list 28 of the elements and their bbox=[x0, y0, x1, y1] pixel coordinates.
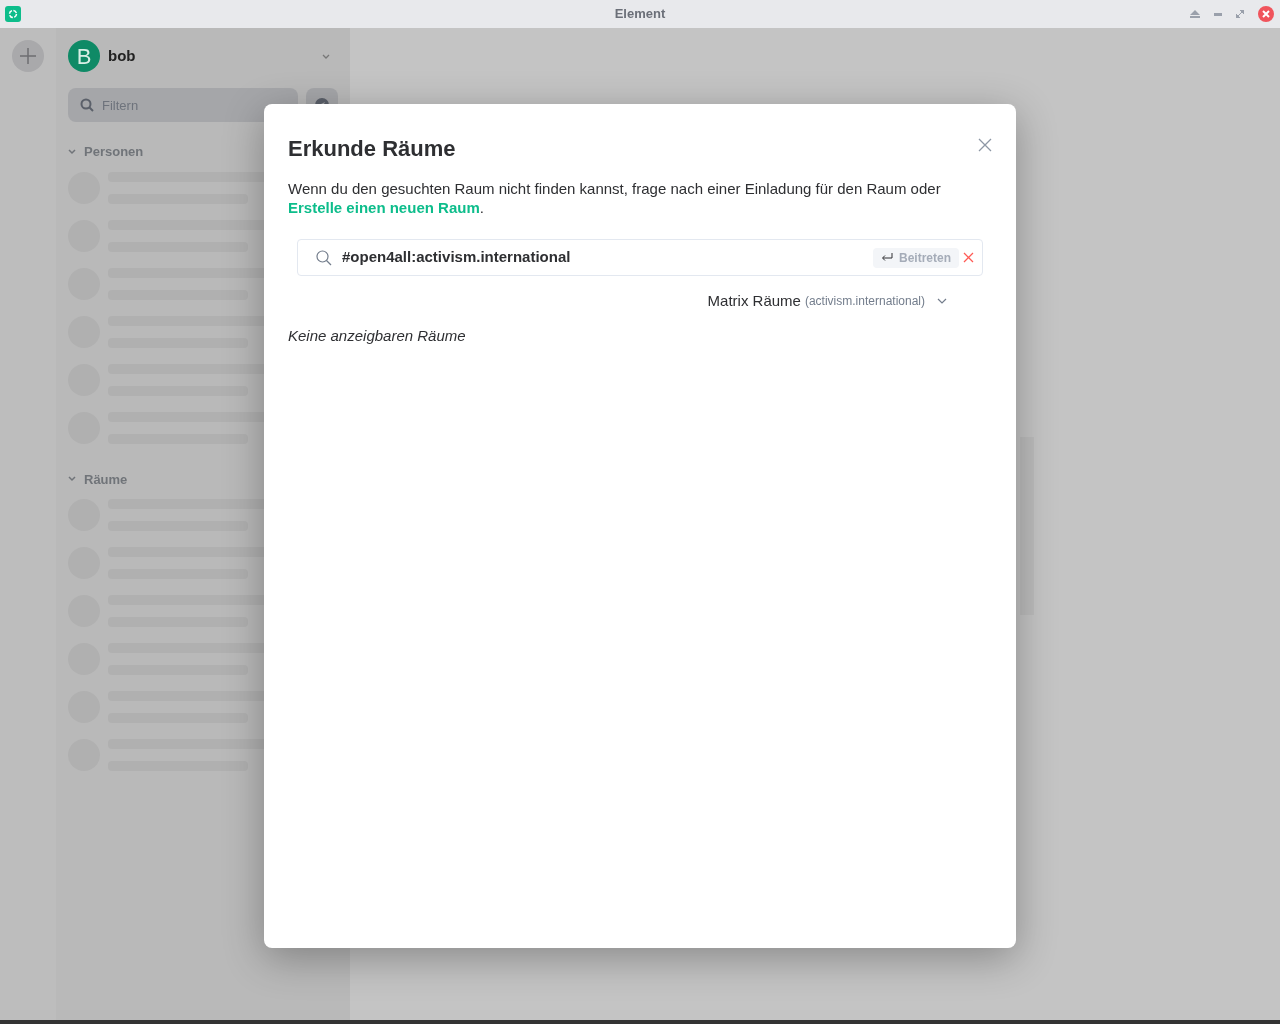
join-button[interactable]: Beitreten bbox=[873, 247, 959, 268]
plus-icon bbox=[20, 48, 36, 64]
close-icon[interactable] bbox=[978, 138, 992, 152]
eject-icon[interactable] bbox=[1190, 10, 1200, 18]
dialog-description: Wenn du den gesuchten Raum nicht finden kannst, frage nach einer Einladung für den Raum oder Erstelle einen neuen Raum. bbox=[288, 179, 942, 217]
add-space-button[interactable] bbox=[12, 40, 44, 72]
return-icon bbox=[881, 253, 893, 262]
restore-icon[interactable] bbox=[1236, 10, 1244, 18]
search-icon bbox=[80, 98, 94, 112]
create-room-link[interactable]: Erstelle einen neuen Raum bbox=[288, 199, 480, 216]
room-search-field[interactable]: #open4all:activism.international Beitreten bbox=[297, 239, 983, 276]
chevron-down-icon[interactable] bbox=[937, 298, 947, 305]
section-header[interactable]: Räume bbox=[68, 469, 128, 489]
section-header[interactable]: Personen bbox=[68, 142, 144, 162]
window-title: Element bbox=[613, 5, 667, 24]
search-icon bbox=[316, 249, 332, 266]
chevron-down-icon[interactable] bbox=[322, 53, 330, 59]
empty-message: Keine anzeigbaren Räume bbox=[288, 325, 467, 346]
minimize-icon[interactable] bbox=[1214, 12, 1222, 16]
user-avatar[interactable]: B bbox=[68, 40, 100, 72]
close-icon[interactable] bbox=[1258, 6, 1274, 22]
chevron-down-icon bbox=[68, 148, 76, 155]
app-logo-icon bbox=[5, 6, 21, 22]
dialog-title: Erkunde Räume bbox=[288, 135, 456, 163]
clear-icon[interactable] bbox=[963, 252, 974, 263]
user-name[interactable]: bob bbox=[108, 44, 136, 68]
server-picker[interactable]: Matrix Räume (activism.international) bbox=[707, 290, 925, 313]
chevron-down-icon bbox=[68, 476, 76, 483]
